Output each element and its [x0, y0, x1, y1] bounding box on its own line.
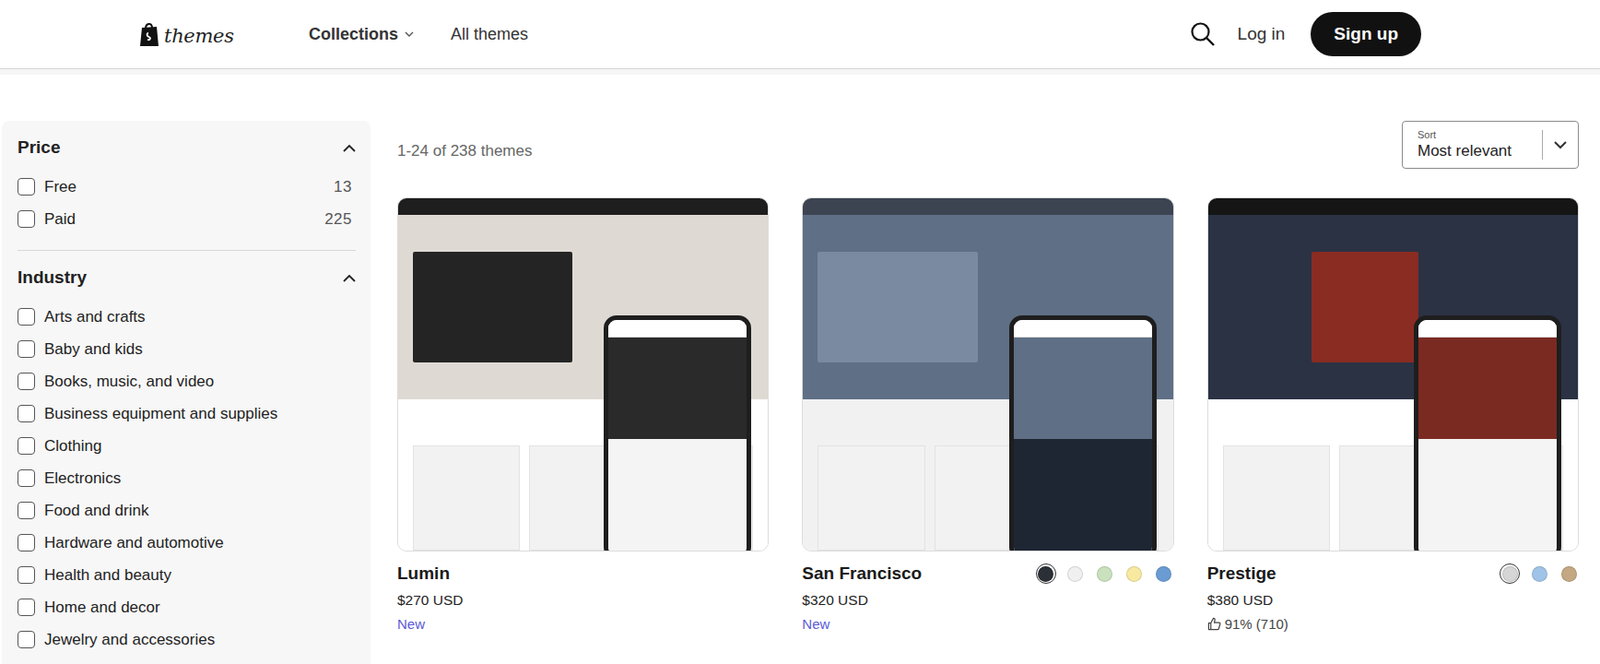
- filter-group-header[interactable]: Industry: [17, 263, 356, 292]
- filter-option[interactable]: Free 13: [17, 170, 356, 203]
- theme-preview[interactable]: [1207, 197, 1579, 552]
- filter-option[interactable]: Jewelry and accessories: [17, 623, 356, 656]
- filter-option[interactable]: Electronics: [17, 461, 356, 495]
- filter-group: Industry Arts and crafts Baby and kids B…: [17, 249, 356, 656]
- checkbox[interactable]: [17, 565, 36, 584]
- theme-preview[interactable]: [397, 197, 769, 552]
- logo[interactable]: themes: [138, 21, 309, 48]
- main-nav: Collections All themes: [308, 24, 529, 45]
- top-bar: themes Collections All themes Log in Sig…: [0, 0, 1600, 70]
- login-link[interactable]: Log in: [1237, 23, 1286, 45]
- filter-sidebar: Price Free 13 Paid 225 Industry Arts and …: [1, 120, 371, 664]
- filter-option[interactable]: Paid 225: [17, 202, 356, 236]
- checkbox[interactable]: [17, 404, 36, 423]
- checkbox[interactable]: [17, 598, 36, 616]
- checkbox[interactable]: [17, 501, 36, 519]
- filter-option[interactable]: Food and drink: [17, 494, 356, 527]
- color-swatch[interactable]: [1094, 563, 1116, 584]
- theme-card[interactable]: Prestige $380 USD 91% (710): [1207, 197, 1579, 632]
- chevron-up-icon: [342, 273, 356, 283]
- thumbs-up-icon: [1207, 616, 1222, 631]
- checkbox[interactable]: [17, 469, 36, 487]
- checkbox[interactable]: [17, 372, 36, 390]
- search-icon[interactable]: [1189, 21, 1216, 48]
- filter-option[interactable]: Business equipment and supplies: [17, 397, 356, 430]
- logo-text: themes: [164, 24, 235, 48]
- signup-button[interactable]: Sign up: [1310, 11, 1422, 57]
- theme-results: 1-24 of 238 themes Sort Most relevant Lu…: [397, 120, 1579, 632]
- filter-group-header[interactable]: Price: [17, 133, 356, 162]
- checkbox[interactable]: [17, 630, 36, 648]
- theme-card[interactable]: San Francisco $320 USD New: [801, 197, 1174, 632]
- filter-option[interactable]: Baby and kids: [17, 332, 356, 365]
- theme-name[interactable]: Prestige: [1207, 563, 1277, 584]
- filter-option[interactable]: Health and beauty: [17, 558, 356, 591]
- nav-item[interactable]: All themes: [450, 24, 529, 45]
- sort-dropdown[interactable]: Sort Most relevant: [1401, 120, 1579, 169]
- nav-item[interactable]: Collections: [308, 24, 414, 45]
- filter-option[interactable]: Arts and crafts: [17, 300, 356, 333]
- checkbox[interactable]: [17, 533, 36, 552]
- filter-option[interactable]: Books, music, and video: [17, 364, 356, 398]
- theme-name[interactable]: San Francisco: [801, 563, 922, 584]
- theme-price: $320 USD: [801, 591, 1174, 609]
- new-badge: New: [397, 615, 769, 632]
- color-swatch[interactable]: [1065, 563, 1086, 584]
- checkbox[interactable]: [17, 210, 36, 228]
- color-swatch[interactable]: [1558, 563, 1579, 584]
- chevron-down-icon: [1553, 141, 1567, 150]
- theme-preview[interactable]: [801, 197, 1174, 552]
- theme-price: $270 USD: [397, 591, 769, 609]
- checkbox[interactable]: [17, 340, 36, 358]
- shopping-bag-icon: [138, 21, 161, 48]
- filter-option[interactable]: Clothing: [17, 429, 356, 462]
- results-summary: 1-24 of 238 themes: [397, 141, 532, 161]
- filter-group: Price Free 13 Paid 225: [17, 133, 356, 236]
- theme-card[interactable]: Lumin $270 USD New: [397, 197, 769, 632]
- rating: 91% (710): [1207, 615, 1579, 632]
- chevron-down-icon: [404, 30, 414, 38]
- theme-name[interactable]: Lumin: [397, 563, 450, 584]
- theme-price: $380 USD: [1207, 591, 1579, 609]
- checkbox[interactable]: [17, 177, 36, 196]
- new-badge: New: [801, 615, 1174, 632]
- chevron-up-icon: [342, 143, 356, 153]
- checkbox[interactable]: [17, 436, 36, 455]
- filter-option[interactable]: Hardware and automotive: [17, 526, 356, 559]
- checkbox[interactable]: [17, 307, 36, 326]
- color-swatch[interactable]: [1499, 563, 1520, 584]
- color-swatch[interactable]: [1529, 563, 1550, 584]
- color-swatch[interactable]: [1153, 563, 1175, 584]
- color-swatch[interactable]: [1124, 563, 1145, 584]
- color-swatch[interactable]: [1035, 563, 1057, 584]
- filter-option[interactable]: Home and decor: [17, 590, 356, 624]
- page: themes Collections All themes Log in Sig…: [0, 0, 1600, 664]
